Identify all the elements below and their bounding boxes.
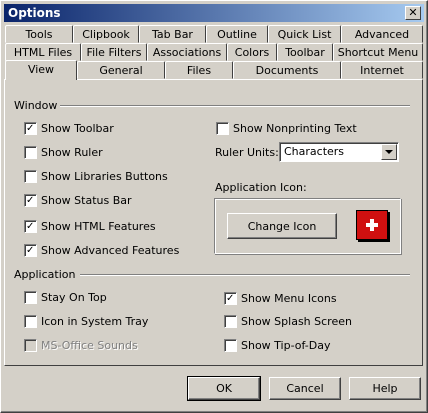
checkbox-label-show-nonprinting-text: Show Nonprinting Text xyxy=(233,122,357,135)
application-icon-label: Application Icon: xyxy=(215,181,307,194)
tab-advanced[interactable]: Advanced xyxy=(341,25,423,43)
tab-file-filters[interactable]: File Filters xyxy=(81,43,147,61)
checkbox-label-show-html-features: Show HTML Features xyxy=(41,220,156,233)
checkbox-label-icon-in-system-tray: Icon in System Tray xyxy=(41,315,149,328)
group-divider xyxy=(80,274,410,276)
tab-shortcut-menu[interactable]: Shortcut Menu xyxy=(333,43,423,61)
checkbox-label-stay-on-top: Stay On Top xyxy=(41,291,107,304)
checkbox-label-show-advanced-features: Show Advanced Features xyxy=(41,244,180,257)
red-cross-icon xyxy=(356,210,388,240)
group-divider xyxy=(60,105,410,107)
tab-documents[interactable]: Documents xyxy=(233,61,341,79)
checkbox-show-advanced-features[interactable]: ✓ xyxy=(24,244,37,257)
checkbox-show-splash-screen[interactable] xyxy=(224,315,237,328)
checkbox-label-show-menu-icons: Show Menu Icons xyxy=(241,292,337,305)
tab-clipbook[interactable]: Clipbook xyxy=(73,25,139,43)
tab-associations[interactable]: Associations xyxy=(147,43,227,61)
tab-tab-bar[interactable]: Tab Bar xyxy=(139,25,206,43)
tab-html-files[interactable]: HTML Files xyxy=(5,43,81,61)
checkbox-show-tip-of-day[interactable] xyxy=(224,339,237,352)
ruler-units-select[interactable]: Characters xyxy=(279,142,399,162)
checkbox-show-libraries-buttons[interactable] xyxy=(24,170,37,183)
tab-internet[interactable]: Internet xyxy=(341,61,423,79)
tab-files[interactable]: Files xyxy=(165,61,233,79)
tab-view[interactable]: View xyxy=(5,60,77,80)
checkbox-label-show-libraries-buttons: Show Libraries Buttons xyxy=(41,170,168,183)
checkbox-icon-in-system-tray[interactable] xyxy=(24,315,37,328)
check-mark-icon: ✓ xyxy=(26,221,35,232)
check-mark-icon: ✓ xyxy=(26,123,35,134)
ruler-units-label: Ruler Units: xyxy=(215,146,279,159)
group-label-window: Window xyxy=(14,99,58,112)
check-mark-icon: ✓ xyxy=(226,293,235,304)
ruler-units-value: Characters xyxy=(284,145,345,158)
plus-icon xyxy=(366,219,378,231)
checkbox-show-html-features[interactable]: ✓ xyxy=(24,220,37,233)
tab-toolbar[interactable]: Toolbar xyxy=(277,43,333,61)
checkbox-label-show-tip-of-day: Show Tip-of-Day xyxy=(241,339,331,352)
checkbox-label-show-splash-screen: Show Splash Screen xyxy=(241,315,352,328)
checkbox-stay-on-top[interactable] xyxy=(24,291,37,304)
checkbox-label-show-status-bar: Show Status Bar xyxy=(41,194,132,207)
window-title: Options xyxy=(8,6,61,20)
tab-general[interactable]: General xyxy=(77,61,165,79)
help-button[interactable]: Help xyxy=(349,377,421,400)
ok-button[interactable]: OK xyxy=(187,376,261,401)
group-label-application: Application xyxy=(14,268,76,281)
checkbox-show-toolbar[interactable]: ✓ xyxy=(24,122,37,135)
checkbox-label-show-toolbar: Show Toolbar xyxy=(41,122,114,135)
checkbox-show-ruler[interactable] xyxy=(24,146,37,159)
checkbox-label-show-ruler: Show Ruler xyxy=(41,146,103,159)
title-bar[interactable]: Options ✕ xyxy=(4,4,424,22)
tab-outline[interactable]: Outline xyxy=(206,25,268,43)
close-button[interactable]: ✕ xyxy=(405,6,421,20)
checkbox-ms-office-sounds xyxy=(24,339,37,352)
checkbox-label-ms-office-sounds: MS-Office Sounds xyxy=(41,339,138,352)
checkbox-show-menu-icons[interactable]: ✓ xyxy=(224,292,237,305)
checkbox-show-nonprinting-text[interactable] xyxy=(216,122,229,135)
cancel-button[interactable]: Cancel xyxy=(269,377,341,400)
chevron-down-icon[interactable] xyxy=(381,144,397,160)
check-mark-icon: ✓ xyxy=(26,245,35,256)
tab-colors[interactable]: Colors xyxy=(227,43,277,61)
checkbox-show-status-bar[interactable]: ✓ xyxy=(24,194,37,207)
check-mark-icon: ✓ xyxy=(26,195,35,206)
tab-quick-list[interactable]: Quick List xyxy=(268,25,341,43)
change-icon-button[interactable]: Change Icon xyxy=(227,213,337,239)
tab-tools[interactable]: Tools xyxy=(5,25,73,43)
